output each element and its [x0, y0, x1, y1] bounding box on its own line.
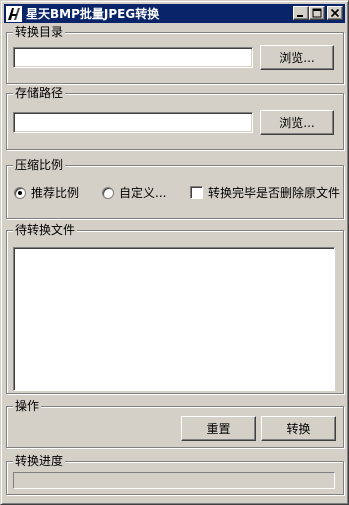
save-path-label: 存储路径 — [13, 86, 66, 100]
save-path-browse-button[interactable]: 浏览... — [260, 110, 334, 135]
pending-files-list[interactable] — [13, 247, 335, 391]
actions-label: 操作 — [13, 399, 42, 413]
source-dir-input[interactable] — [13, 47, 253, 68]
minimize-button[interactable] — [293, 6, 309, 20]
convert-button[interactable]: 转换 — [261, 416, 336, 441]
window-title: 星天BMP批量JPEG转换 — [26, 7, 160, 21]
radio-recommended-label: 推荐比例 — [31, 186, 80, 200]
radio-recommended[interactable]: 推荐比例 — [14, 184, 79, 201]
delete-after-checkbox-box[interactable] — [190, 186, 203, 199]
radio-recommended-indicator[interactable] — [14, 186, 26, 199]
radio-custom[interactable]: 自定义... — [102, 184, 166, 201]
radio-custom-label: 自定义... — [119, 186, 167, 200]
radio-custom-indicator[interactable] — [102, 186, 114, 199]
save-path-input[interactable] — [13, 112, 253, 133]
pending-files-label: 待转换文件 — [13, 223, 78, 237]
source-dir-browse-button[interactable]: 浏览... — [260, 45, 334, 70]
delete-after-checkbox[interactable]: 转换完毕是否删除原文件 — [190, 184, 340, 201]
progress-bar — [13, 472, 335, 489]
compression-group: 压缩比例 推荐比例 自定义... 转换完毕是否删除原文件 — [6, 158, 344, 219]
compression-label: 压缩比例 — [13, 158, 66, 172]
source-dir-group: 转换目录 浏览... — [6, 25, 344, 84]
save-path-group: 存储路径 浏览... — [6, 86, 344, 150]
reset-button[interactable]: 重置 — [181, 416, 256, 441]
actions-group: 操作 重置 转换 — [6, 399, 344, 448]
pending-files-group: 待转换文件 — [6, 223, 344, 394]
progress-label: 转换进度 — [13, 454, 66, 468]
close-icon — [330, 8, 340, 18]
app-window: 星天BMP批量JPEG转换 转换目录 浏览... 存储路径 浏览... 压缩比例… — [0, 0, 349, 505]
progress-group: 转换进度 — [6, 454, 344, 495]
delete-after-label: 转换完毕是否删除原文件 — [208, 186, 341, 200]
title-bar[interactable]: 星天BMP批量JPEG转换 — [4, 4, 345, 23]
maximize-button[interactable] — [309, 6, 325, 20]
maximize-icon — [312, 8, 322, 18]
source-dir-label: 转换目录 — [13, 25, 66, 39]
app-icon[interactable] — [6, 5, 22, 22]
minimize-icon — [297, 15, 303, 17]
close-button[interactable] — [327, 6, 343, 20]
